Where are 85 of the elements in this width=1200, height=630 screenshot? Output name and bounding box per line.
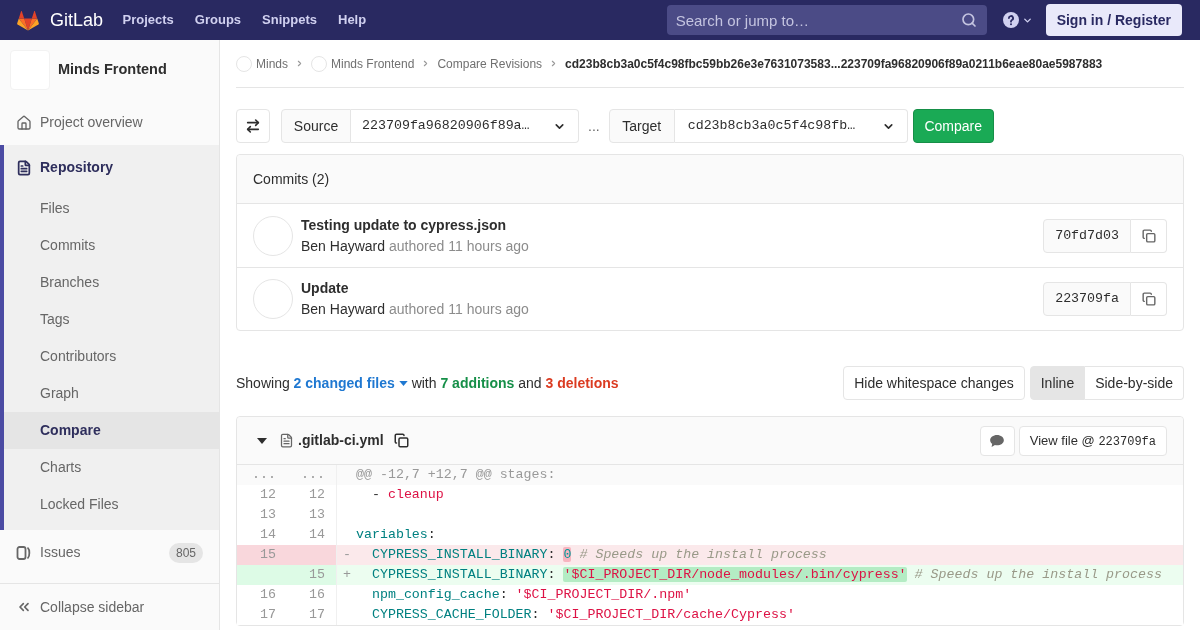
hide-whitespace-button[interactable]: Hide whitespace changes (843, 366, 1025, 400)
line-number: 15 (237, 545, 287, 565)
sidebar-subitem[interactable]: Charts (40, 449, 82, 486)
commit-title[interactable]: Update (301, 278, 349, 299)
count-badge: 805 (168, 542, 203, 563)
caret-down-icon (398, 380, 408, 386)
sidebar-subitem[interactable]: Tags (40, 301, 70, 338)
line-number: 15 (287, 565, 337, 585)
commit-time: authored 11 hours ago (389, 300, 529, 319)
swap-arrows-icon (245, 118, 261, 134)
line-number: ... (287, 465, 337, 485)
view-file-button[interactable]: View file @ 223709fa (1018, 425, 1167, 456)
sidebar-item[interactable]: Issues (16, 542, 81, 563)
breadcrumb-link[interactable]: Compare Revisions (437, 54, 543, 73)
avatar-icon (253, 279, 293, 319)
source-label: Source (281, 109, 351, 143)
sidebar-subitem[interactable]: Branches (40, 264, 100, 301)
code-line: - cleanup (370, 486, 444, 504)
view-mode-tab[interactable]: Inline (1029, 366, 1086, 400)
help-menu-button[interactable] (1002, 12, 1033, 28)
code-line: CYPRESS_INSTALL_BINARY: '$CI_PROJECT_DIR/node_modules/.bin/cypress' # Speeds up the install process (370, 566, 1162, 584)
caret-down-icon[interactable] (257, 437, 267, 444)
diff-marker: - (342, 546, 352, 564)
code-line: @@ -12,7 +12,7 @@ stages: (356, 466, 556, 484)
speech-bubble-icon (990, 434, 1005, 447)
comment-button[interactable] (979, 425, 1015, 456)
sidebar-subitem[interactable]: Contributors (40, 338, 117, 375)
copy-sha-button[interactable] (1131, 218, 1167, 253)
nav-link[interactable]: Groups (184, 10, 252, 30)
avatar-icon (311, 55, 327, 72)
target-dropdown[interactable]: cd23b8cb3a0c5f4c98fb… (674, 109, 908, 143)
range-separator: ... (588, 116, 600, 136)
code-line: CYPRESS_CACHE_FOLDER: '$CI_PROJECT_DIR/cache/Cypress' (370, 606, 795, 624)
code-line: npm_config_cache: '$CI_PROJECT_DIR/.npm' (370, 586, 692, 604)
nav-link[interactable]: Projects (112, 10, 185, 30)
copy-icon (1141, 228, 1156, 243)
logo-text[interactable]: GitLab (50, 11, 104, 29)
copy-sha-button[interactable] (1131, 282, 1167, 316)
avatar-icon (236, 55, 252, 72)
logo-icon[interactable] (16, 9, 40, 31)
sign-in-button[interactable]: Sign in / Register (1045, 4, 1182, 36)
breadcrumb-current[interactable]: cd23b8cb3a0c5f4c98fbc59bb26e3e7631073583...223709fa96820906f89a0211b6eae80ae5987883 (565, 54, 1103, 73)
home-icon (16, 114, 32, 131)
sidebar-subitem[interactable]: Commits (40, 227, 96, 264)
code-line: CYPRESS_INSTALL_BINARY: 0 # Speeds up the install process (370, 546, 827, 564)
file-name[interactable]: .gitlab-ci.yml (298, 430, 384, 451)
commits-header: Commits (2) (237, 155, 1183, 204)
sidebar-subitem[interactable]: Files (40, 190, 70, 227)
commit-sha[interactable]: 70fd7d03 (1043, 218, 1131, 253)
source-dropdown[interactable]: 223709fa96820906f89a… (351, 109, 579, 143)
sidebar-item[interactable]: Repository (16, 157, 114, 178)
help-icon (1002, 12, 1019, 28)
project-name[interactable]: Minds Frontend (58, 59, 167, 81)
commit-time: authored 11 hours ago (389, 236, 529, 256)
view-mode-tab[interactable]: Side-by-side (1085, 366, 1184, 400)
search-field[interactable]: Search or jump to… (666, 5, 987, 35)
copy-icon[interactable] (393, 433, 409, 448)
search-icon[interactable] (960, 12, 977, 28)
diff-marker: + (342, 566, 352, 584)
sidebar-item[interactable]: Project overview (16, 112, 143, 133)
collapse-sidebar-button[interactable]: Collapse sidebar (16, 596, 145, 618)
avatar-icon (253, 215, 293, 256)
sidebar-subitem[interactable]: Locked Files (40, 486, 119, 523)
swap-button[interactable] (236, 109, 270, 143)
target-label: Target (608, 109, 675, 143)
commit-title[interactable]: Testing update to cypress.json (301, 214, 507, 236)
document-icon (16, 159, 32, 176)
chevron-right-icon (295, 59, 304, 68)
line-number-cell (237, 565, 287, 585)
commit-author[interactable]: Ben Hayward (301, 299, 386, 320)
sidebar-subitem[interactable]: Compare (4, 412, 219, 449)
nav-link[interactable]: Snippets (251, 10, 328, 30)
breadcrumb-link[interactable]: Minds (236, 54, 288, 73)
breadcrumb-link[interactable]: Minds Frontend (311, 54, 415, 73)
file-icon (279, 433, 294, 448)
line-number: ... (237, 465, 287, 485)
sidebar-subitem[interactable]: Graph (40, 375, 79, 412)
diff-summary: Showing 2 changed files with 7 additions and 3 deletions (236, 372, 619, 394)
nav-link[interactable]: Help (327, 10, 377, 30)
rectangle-bracket-icon (16, 544, 32, 561)
changed-files-link[interactable]: 2 changed files (293, 372, 408, 394)
commit-author[interactable]: Ben Hayward (301, 235, 386, 257)
code-line: variables: (356, 526, 436, 544)
commit-sha[interactable]: 223709fa (1043, 282, 1131, 316)
copy-icon (1141, 292, 1156, 306)
